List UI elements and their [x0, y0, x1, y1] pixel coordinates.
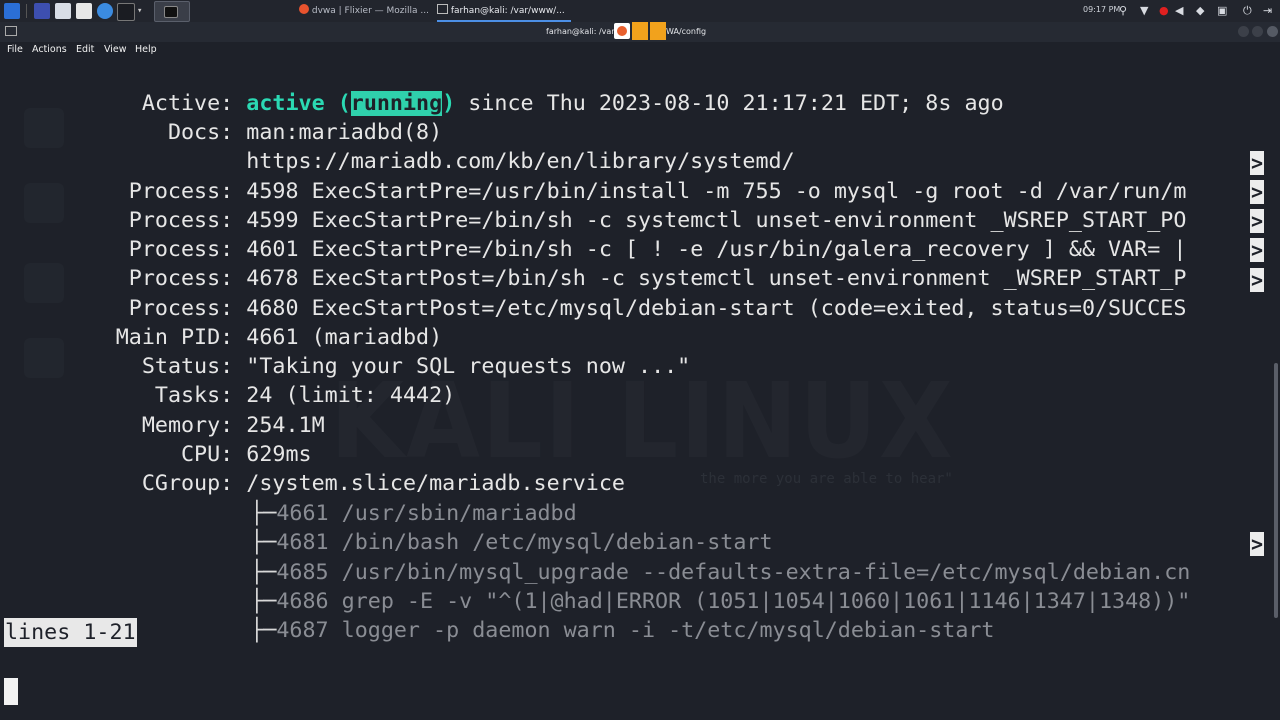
minimize-button[interactable] — [1238, 26, 1249, 37]
kali-menu-icon[interactable] — [4, 3, 20, 19]
notification-icon[interactable]: ◆ — [1196, 4, 1204, 18]
chevron-down-icon[interactable]: ▾ — [137, 3, 147, 19]
firefox-task-icon — [299, 4, 309, 14]
tree-process: 4687 logger -p daemon warn -i -t/etc/mys… — [276, 618, 995, 643]
taskbar: ▾ dvwa | Flixier — Mozilla ... farhan@ka… — [0, 0, 1280, 23]
window-title-left: farhan@kali: /var/ — [546, 27, 618, 36]
cpu-line: CPU: 629ms — [0, 411, 312, 467]
menubar: File Actions Edit View Help — [0, 42, 1280, 58]
link-icon[interactable]: ⚲ — [1119, 4, 1127, 18]
line-continuation-marker: > — [1250, 268, 1264, 292]
volume-icon[interactable]: ◀ — [1175, 4, 1183, 18]
cgroup-tree-row: ├─4687 logger -p daemon warn -i -t/etc/m… — [198, 587, 994, 643]
taskbar-task-terminal[interactable]: farhan@kali: /var/www/... — [437, 4, 571, 22]
tree-branch: ├─ — [250, 618, 277, 643]
cgroup-tree-row: ├─4661 /usr/sbin/mariadbd — [198, 470, 576, 526]
main-pid-line: Main PID: 4661 (mariadbd) — [0, 294, 442, 350]
menu-help[interactable]: Help — [135, 43, 157, 57]
text-editor-icon[interactable] — [76, 3, 92, 19]
terminal-icon — [164, 6, 178, 18]
pager-status: lines 1-21 — [4, 618, 137, 647]
process-line: Process: 4680 ExecStartPost=/etc/mysql/d… — [0, 265, 1187, 321]
terminal-launcher-icon[interactable] — [117, 3, 135, 21]
paren-close: ) — [442, 91, 456, 116]
power-icon[interactable]: ⏻ — [1243, 4, 1252, 18]
line-continuation-marker: > — [1250, 209, 1264, 233]
window-title: farhan@kali: /var/ — [546, 27, 617, 36]
menu-edit[interactable]: Edit — [76, 43, 94, 57]
microphone-overlay-icon — [632, 22, 648, 40]
terminal-scrollbar[interactable] — [1274, 363, 1278, 618]
docs-line: Docs: man:mariadbd(8) — [0, 89, 442, 145]
active-line: Active: active (running) since Thu 2023-… — [0, 60, 1004, 116]
window-menu-icon[interactable] — [5, 26, 17, 36]
taskbar-task-firefox[interactable]: dvwa | Flixier — Mozilla ... — [299, 4, 429, 20]
microphone-icon[interactable]: ● — [1159, 4, 1169, 18]
terminal-cursor — [4, 678, 18, 705]
process-line: Process: 4598 ExecStartPre=/usr/bin/inst… — [0, 148, 1187, 204]
process-line: Process: 4678 ExecStartPost=/bin/sh -c s… — [0, 235, 1187, 291]
terminal-output[interactable]: KALI LINUX the more you are able to hear… — [0, 58, 1280, 720]
lock-icon[interactable]: ▣ — [1217, 4, 1227, 18]
menu-file[interactable]: File — [7, 43, 23, 57]
cgroup-tree-row: ├─4685 /usr/bin/mysql_upgrade --defaults… — [198, 529, 1190, 585]
memory-line: Memory: 254.1M — [0, 382, 325, 438]
menu-actions[interactable]: Actions — [32, 43, 67, 57]
logout-icon[interactable]: ⇥ — [1263, 4, 1272, 18]
taskbar-task-label: dvwa | Flixier — Mozilla ... — [311, 6, 429, 16]
firefox-logo-icon — [617, 26, 627, 36]
tasks-line: Tasks: 24 (limit: 4442) — [0, 352, 455, 408]
workspace-icon[interactable] — [34, 3, 50, 19]
browser-icon[interactable] — [97, 3, 113, 19]
close-button[interactable] — [1267, 26, 1278, 37]
maximize-button[interactable] — [1252, 26, 1263, 37]
taskbar-separator — [26, 4, 27, 18]
docs-url-line: https://mariadb.com/kb/en/library/system… — [194, 118, 794, 174]
clock[interactable]: 09:17 PM — [1083, 5, 1120, 14]
process-line: Process: 4601 ExecStartPre=/bin/sh -c [ … — [0, 206, 1187, 262]
line-continuation-marker: > — [1250, 180, 1264, 204]
menu-view[interactable]: View — [104, 43, 127, 57]
process-line: Process: 4599 ExecStartPre=/bin/sh -c sy… — [0, 177, 1187, 233]
window-title-right: WA/config — [666, 27, 707, 36]
taskbar-task-label: farhan@kali: /var/www/... — [450, 6, 565, 16]
title-overlay-icons — [612, 22, 666, 40]
folder-overlay-icon — [650, 22, 666, 40]
terminal-task-icon — [437, 4, 448, 14]
active-since: since Thu 2023-08-10 21:17:21 EDT; 8s ag… — [455, 91, 1004, 116]
cgroup-tree-row: ├─4686 grep -E -v "^(1|@had|ERROR (1051|… — [198, 558, 1190, 614]
cgroup-line: CGroup: /system.slice/mariadb.service — [0, 440, 625, 496]
line-continuation-marker: > — [1250, 532, 1264, 556]
line-continuation-marker: > — [1250, 151, 1264, 175]
cgroup-tree-row: ├─4681 /bin/bash /etc/mysql/debian-start — [198, 499, 772, 555]
status-line: Status: "Taking your SQL requests now ..… — [0, 323, 690, 379]
kali-watermark-subtitle: the more you are able to hear" — [700, 471, 953, 487]
network-icon[interactable]: ▼ — [1140, 4, 1148, 18]
line-continuation-marker: > — [1250, 238, 1264, 262]
file-manager-icon[interactable] — [55, 3, 71, 19]
